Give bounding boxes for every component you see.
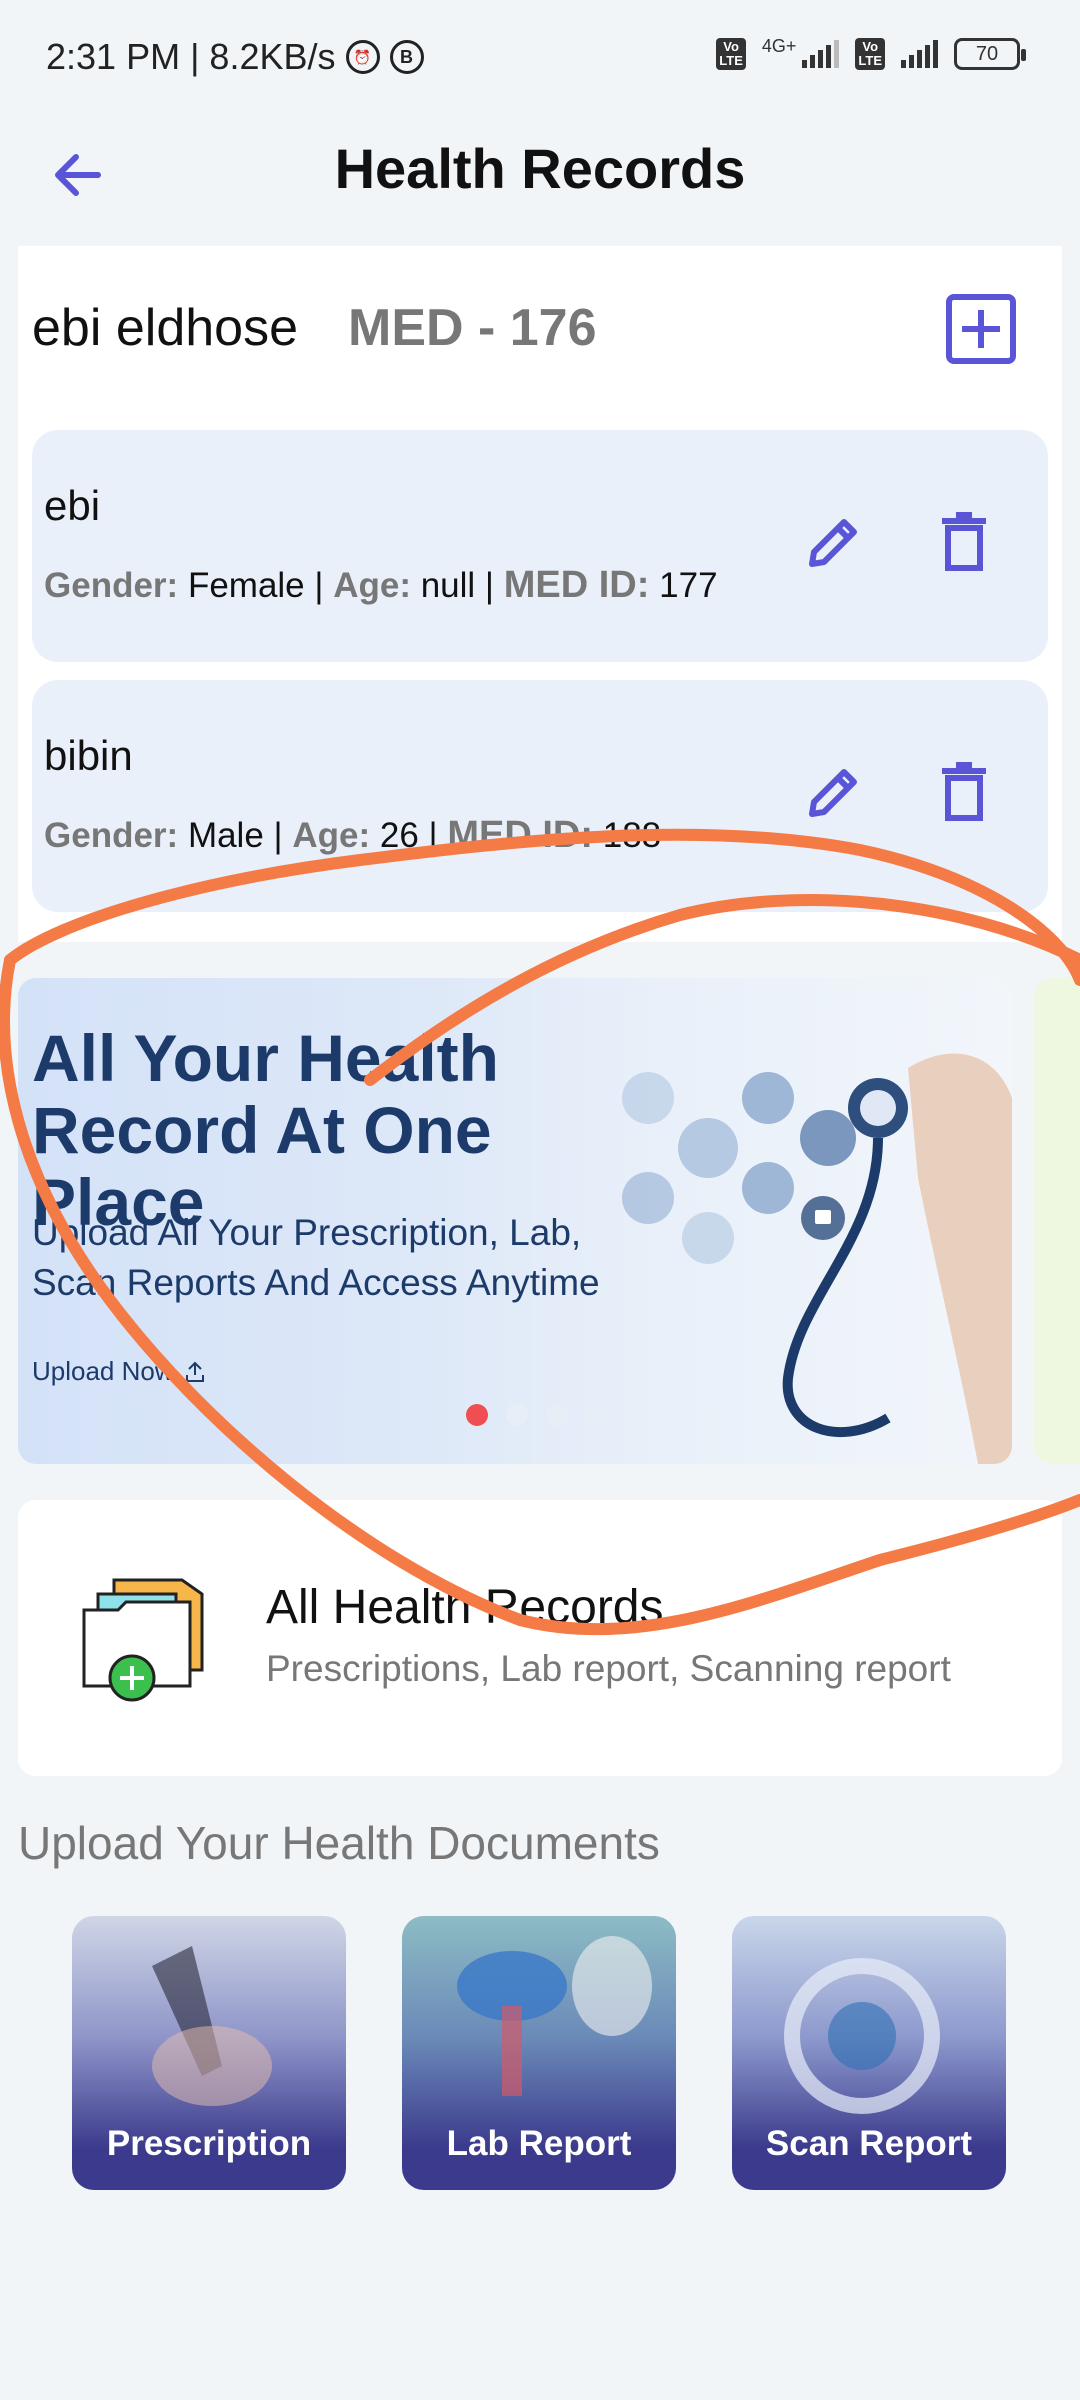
upload-now-link[interactable]: Upload Now xyxy=(32,1356,206,1387)
member-card[interactable]: bibin Gender: Male | Age: 26 | MED ID: 1… xyxy=(32,680,1048,912)
profile-med-id: MED - 176 xyxy=(348,299,597,357)
trash-icon xyxy=(942,762,986,821)
status-right: Vo LTE 4G+ Vo LTE 70 xyxy=(716,35,1026,70)
add-member-button[interactable] xyxy=(946,294,1016,364)
pencil-icon xyxy=(809,769,857,817)
b-notification-icon: B xyxy=(389,40,424,74)
profile-card: ebi eldhose MED - 176 ebi Gender: Female… xyxy=(18,246,1062,942)
banner-title: All Your Health Record At One Place xyxy=(32,1021,499,1239)
page-title: Health Records xyxy=(334,137,746,200)
gender-value: Male xyxy=(187,816,264,855)
status-left: 2:31 PM | 8.2KB/s ⏰ B xyxy=(46,36,424,78)
trash-icon xyxy=(942,512,986,571)
member-card[interactable]: ebi Gender: Female | Age: null | MED ID:… xyxy=(32,430,1048,662)
battery-icon: 70 xyxy=(954,38,1026,70)
member-name: bibin xyxy=(44,732,133,779)
signal-icon xyxy=(802,40,840,68)
carousel-dot[interactable] xyxy=(586,1404,608,1426)
scan-report-label: Scan Report xyxy=(765,2124,973,2163)
carousel-dot-active[interactable] xyxy=(466,1404,488,1426)
age-label: Age: xyxy=(292,816,371,855)
lab-report-tile[interactable]: Lab Report xyxy=(402,1916,676,2190)
prescription-tile[interactable]: Prescription xyxy=(72,1916,346,2190)
upload-section-title: Upload Your Health Documents xyxy=(18,1817,660,1869)
edit-member-button[interactable] xyxy=(802,760,866,824)
member-info: Gender: Female | Age: null | MED ID: 177 xyxy=(44,564,718,606)
profile-name: ebi eldhose xyxy=(32,299,298,357)
lab-report-label: Lab Report xyxy=(446,2124,632,2163)
carousel-dot[interactable] xyxy=(506,1404,528,1426)
age-value: null xyxy=(420,566,476,605)
med-id-value: 188 xyxy=(602,816,662,855)
scan-report-tile[interactable]: Scan Report xyxy=(732,1916,1006,2190)
volte-icon-2: Vo LTE xyxy=(855,38,885,70)
volte-icon: Vo LTE xyxy=(716,38,746,70)
carousel-dots xyxy=(466,1404,608,1426)
delete-member-button[interactable] xyxy=(934,760,994,824)
upload-icon xyxy=(185,1361,204,1382)
network-type: 4G+ xyxy=(761,35,797,56)
prescription-label: Prescription xyxy=(106,2124,312,2163)
gender-label: Gender: xyxy=(44,566,179,605)
med-id-value: 177 xyxy=(659,566,718,605)
carousel-dot[interactable] xyxy=(546,1404,568,1426)
app-header: Health Records xyxy=(0,120,1080,246)
age-value: 26 xyxy=(379,816,419,855)
pencil-icon xyxy=(809,519,857,567)
upload-now-label: Upload Now xyxy=(32,1356,174,1386)
med-id-label: MED ID: xyxy=(447,814,594,856)
member-info: Gender: Male | Age: 26 | MED ID: 188 xyxy=(44,814,662,856)
med-id-label: MED ID: xyxy=(503,564,650,606)
alarm-icon: ⏰ xyxy=(345,40,380,74)
gender-label: Gender: xyxy=(44,816,179,855)
next-banner-peek[interactable] xyxy=(1034,978,1080,1464)
status-bar: 2:31 PM | 8.2KB/s ⏰ B Vo LTE 4G+ Vo LTE 70 xyxy=(0,0,1080,120)
age-label: Age: xyxy=(333,566,411,605)
gender-value: Female xyxy=(187,566,305,605)
all-records-subtitle: Prescriptions, Lab report, Scanning repo… xyxy=(266,1648,951,1689)
status-time: 2:31 PM | 8.2KB/s xyxy=(46,36,336,77)
member-name: ebi xyxy=(44,482,101,529)
signal-icon-2 xyxy=(901,40,938,68)
banner-subtitle: Upload All Your Prescription, Lab, Scan … xyxy=(32,1212,600,1303)
all-health-records-card[interactable]: All Health Records Prescriptions, Lab re… xyxy=(18,1500,1062,1776)
all-records-title: All Health Records xyxy=(266,1581,664,1634)
promo-banner[interactable]: All Your Health Record At One Place Uplo… xyxy=(18,978,1012,1464)
delete-member-button[interactable] xyxy=(934,510,994,574)
edit-member-button[interactable] xyxy=(802,510,866,574)
folder-add-icon xyxy=(82,1578,204,1702)
